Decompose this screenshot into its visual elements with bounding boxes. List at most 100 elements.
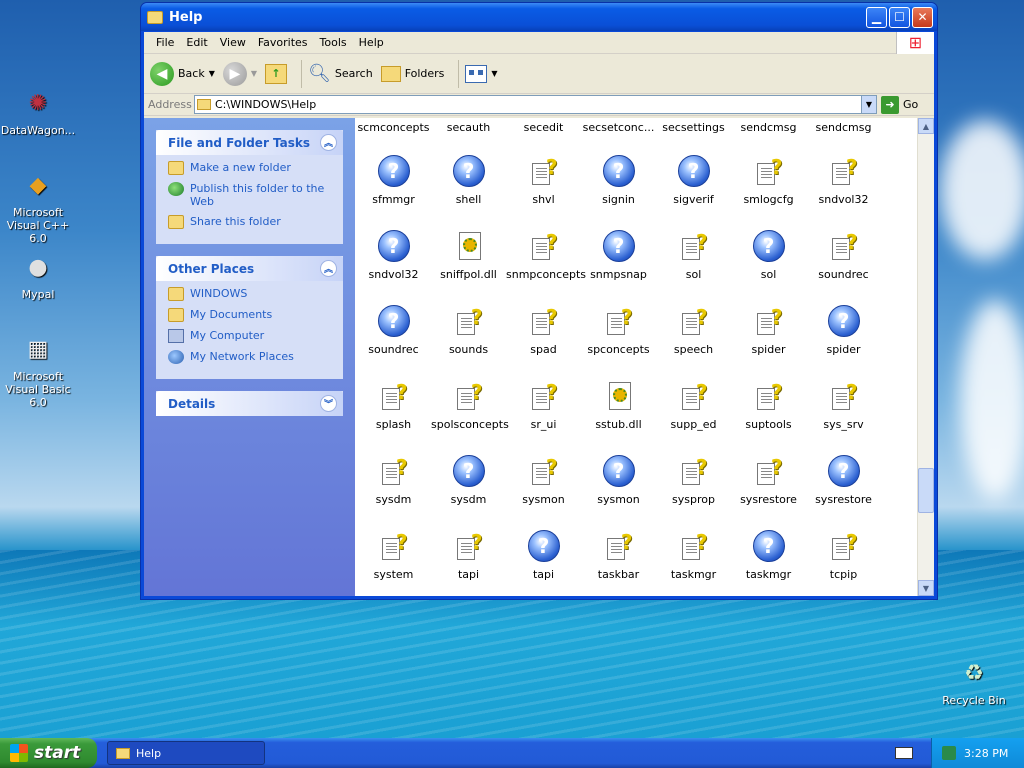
menu-file[interactable]: File	[150, 36, 180, 49]
collapse-icon[interactable]: ︽	[320, 134, 337, 151]
place-my-network-places[interactable]: My Network Places	[168, 350, 333, 364]
panel-header[interactable]: File and Folder Tasks ︽	[156, 130, 343, 155]
place-my-documents[interactable]: My Documents	[168, 308, 333, 322]
file-item[interactable]: ? tapi	[431, 530, 506, 581]
file-item[interactable]: ? sysdm	[431, 455, 506, 506]
task-share-folder[interactable]: Share this folder	[168, 215, 333, 229]
desktop-icon-mypal[interactable]: ● Mypal	[0, 250, 78, 302]
menu-favorites[interactable]: Favorites	[252, 36, 314, 49]
vertical-scrollbar[interactable]: ▲ ▼	[917, 118, 934, 596]
file-item[interactable]: ? snmpconcepts	[506, 230, 586, 281]
place-my-computer[interactable]: My Computer	[168, 329, 333, 343]
file-label[interactable]: secauth	[431, 121, 506, 134]
file-item[interactable]: ? soundrec	[356, 305, 431, 356]
file-label[interactable]: secsetconc...	[581, 121, 656, 134]
collapse-icon[interactable]: ︽	[320, 260, 337, 277]
chevron-down-icon[interactable]: ▼	[491, 69, 497, 78]
panel-header[interactable]: Details ︾	[156, 391, 343, 416]
file-item[interactable]: ? signin	[581, 155, 656, 206]
menu-view[interactable]: View	[214, 36, 252, 49]
minimize-button[interactable]: ▁	[866, 6, 887, 28]
folders-button[interactable]: Folders	[380, 65, 444, 82]
forward-button[interactable]: ▶ ▼	[222, 61, 257, 86]
file-item[interactable]: ? sndvol32	[806, 155, 881, 206]
file-item[interactable]: ? spider	[806, 305, 881, 356]
task-make-new-folder[interactable]: Make a new folder	[168, 161, 333, 175]
file-item[interactable]: sstub.dll	[581, 380, 656, 431]
file-item[interactable]: ? spad	[506, 305, 581, 356]
chevron-down-icon[interactable]: ▼	[251, 69, 257, 78]
file-item[interactable]: ? splash	[356, 380, 431, 431]
file-item[interactable]: ? tcpip	[806, 530, 881, 581]
up-folder-button[interactable]: ↑	[265, 63, 288, 84]
file-label[interactable]: sendcmsg	[731, 121, 806, 134]
views-button[interactable]: ▼	[465, 64, 498, 83]
file-item[interactable]: ? sysdm	[356, 455, 431, 506]
chevron-down-icon[interactable]: ▼	[209, 69, 215, 78]
file-item[interactable]: ? snmpsnap	[581, 230, 656, 281]
menu-edit[interactable]: Edit	[180, 36, 213, 49]
file-item[interactable]: ? taskmgr	[731, 530, 806, 581]
file-item[interactable]: ? shvl	[506, 155, 581, 206]
file-label[interactable]: secedit	[506, 121, 581, 134]
close-button[interactable]: ✕	[912, 6, 933, 28]
file-item[interactable]: ? sys_srv	[806, 380, 881, 431]
window-titlebar[interactable]: Help ▁ ☐ ✕	[141, 3, 937, 31]
system-tray: 3:28 PM	[931, 738, 1024, 768]
expand-icon[interactable]: ︾	[320, 395, 337, 412]
file-item[interactable]: ? sounds	[431, 305, 506, 356]
chevron-down-icon[interactable]: ▼	[861, 96, 876, 113]
file-label[interactable]: secsettings	[656, 121, 731, 134]
menu-help[interactable]: Help	[353, 36, 390, 49]
file-item[interactable]: ? sysprop	[656, 455, 731, 506]
file-item[interactable]: ? sysrestore	[731, 455, 806, 506]
file-item[interactable]: ? sol	[656, 230, 731, 281]
scroll-up-icon[interactable]: ▲	[918, 118, 934, 134]
place-windows[interactable]: WINDOWS	[168, 287, 333, 301]
file-item[interactable]: ? sfmmgr	[356, 155, 431, 206]
file-item[interactable]: ? taskmgr	[656, 530, 731, 581]
file-item[interactable]: ? spolsconcepts	[431, 380, 509, 431]
scroll-thumb[interactable]	[918, 468, 934, 513]
taskbar-item-help[interactable]: Help	[107, 741, 265, 765]
maximize-button[interactable]: ☐	[889, 6, 910, 28]
start-button[interactable]: start	[0, 738, 97, 768]
file-item[interactable]: ? sr_ui	[506, 380, 581, 431]
file-item[interactable]: ? tapi	[506, 530, 581, 581]
file-item[interactable]: ? system	[356, 530, 431, 581]
clock[interactable]: 3:28 PM	[964, 747, 1008, 760]
search-button[interactable]: 🔍︎ Search	[308, 63, 373, 84]
file-item[interactable]: ? spider	[731, 305, 806, 356]
file-item[interactable]: ? supp_ed	[656, 380, 731, 431]
desktop-icon-visual-basic[interactable]: ▦ Microsoft Visual Basic 6.0	[0, 332, 78, 410]
help-file-icon: ?	[377, 230, 410, 262]
file-item[interactable]: ? shell	[431, 155, 506, 206]
file-item[interactable]: ? sigverif	[656, 155, 731, 206]
file-label[interactable]: scmconcepts	[356, 121, 431, 134]
go-button[interactable]: ➜ Go	[881, 95, 918, 114]
file-item[interactable]: ? sndvol32	[356, 230, 431, 281]
file-item[interactable]: ? smlogcfg	[731, 155, 806, 206]
tray-app-icon[interactable]	[942, 746, 956, 760]
file-item[interactable]: ? speech	[656, 305, 731, 356]
file-item[interactable]: ? sysmon	[506, 455, 581, 506]
file-item[interactable]: ? sysrestore	[806, 455, 881, 506]
file-item[interactable]: sniffpol.dll	[431, 230, 506, 281]
desktop-icon-recycle-bin[interactable]: ♻ Recycle Bin	[934, 656, 1014, 708]
file-item[interactable]: ? suptools	[731, 380, 806, 431]
file-item[interactable]: ? sysmon	[581, 455, 656, 506]
file-item[interactable]: ? sol	[731, 230, 806, 281]
file-label[interactable]: sendcmsg	[806, 121, 881, 134]
file-item[interactable]: ? soundrec	[806, 230, 881, 281]
menu-tools[interactable]: Tools	[314, 36, 353, 49]
address-input[interactable]: C:\WINDOWS\Help ▼	[194, 95, 877, 114]
file-item[interactable]: ? spconcepts	[581, 305, 656, 356]
scroll-down-icon[interactable]: ▼	[918, 580, 934, 596]
keyboard-icon[interactable]	[895, 747, 913, 759]
back-button[interactable]: ◀ Back ▼	[150, 61, 215, 86]
desktop-icon-datawagon[interactable]: ✺ DataWagon...	[0, 86, 78, 138]
panel-header[interactable]: Other Places ︽	[156, 256, 343, 281]
task-publish-folder[interactable]: Publish this folder to the Web	[168, 182, 333, 208]
desktop-icon-visual-cpp[interactable]: ◆ Microsoft Visual C++ 6.0	[0, 168, 78, 246]
file-item[interactable]: ? taskbar	[581, 530, 656, 581]
